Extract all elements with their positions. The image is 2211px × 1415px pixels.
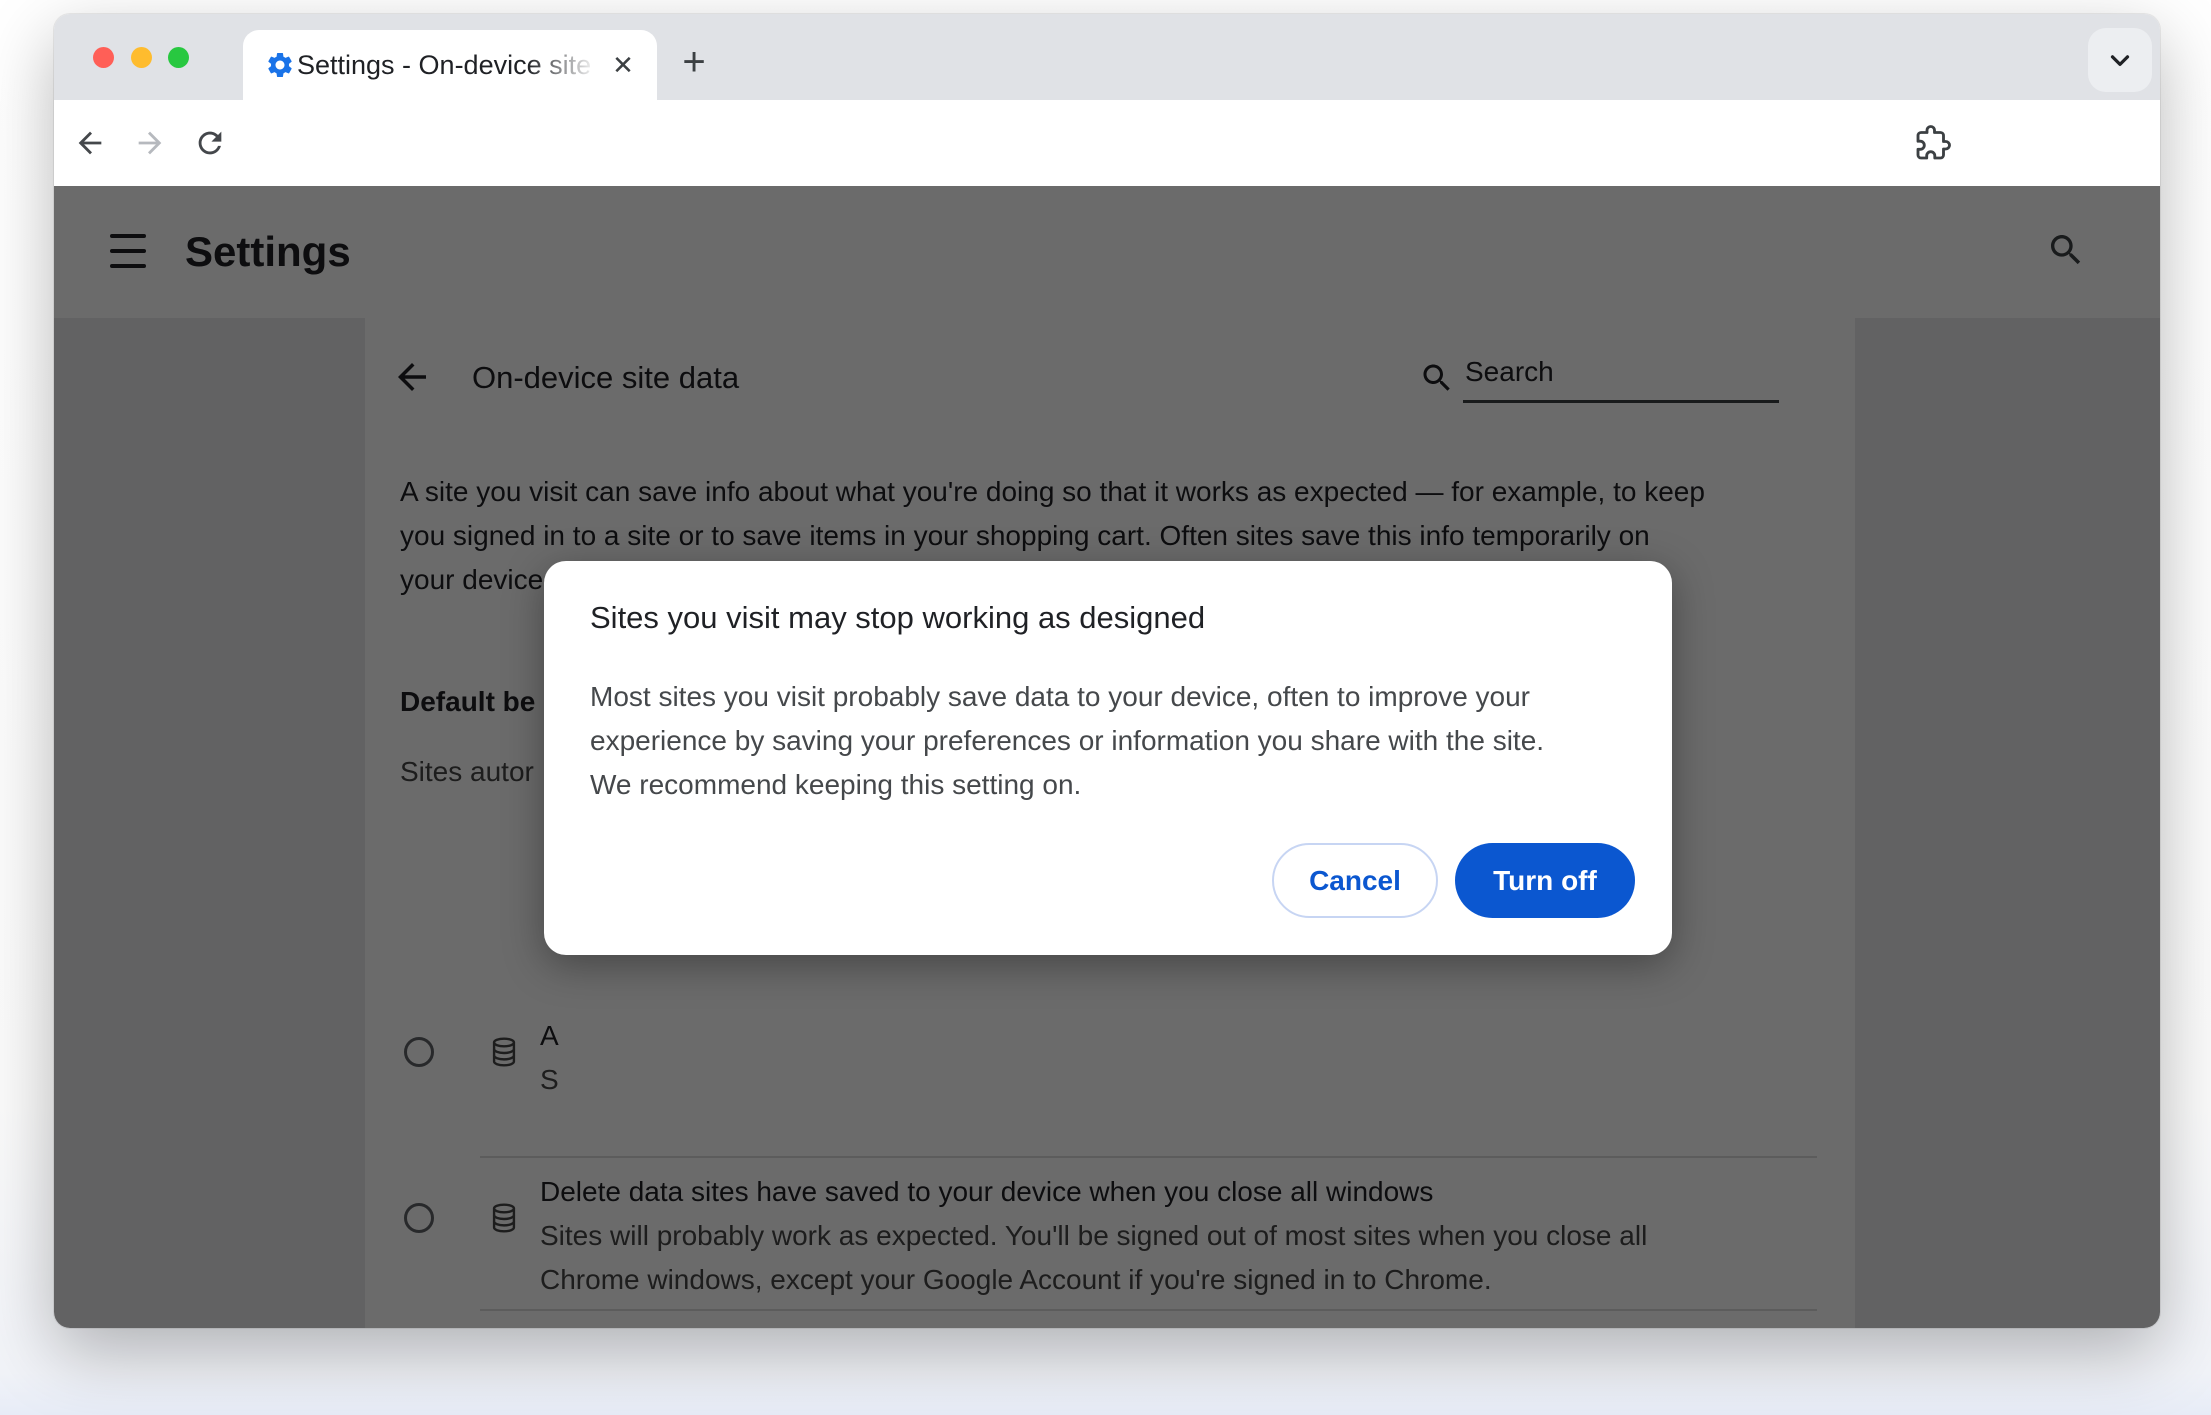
- dialog-title: Sites you visit may stop working as desi…: [590, 600, 1206, 635]
- traffic-light-minimize[interactable]: [131, 47, 152, 68]
- browser-window: Settings - On-device site data ✕ +: [54, 14, 2160, 1328]
- forward-button[interactable]: [124, 117, 176, 169]
- tab-search-chevron-button[interactable]: [2088, 28, 2152, 92]
- tab-strip: Settings - On-device site data ✕ +: [54, 14, 2160, 100]
- tab-close-icon[interactable]: ✕: [603, 45, 643, 85]
- tab-title: Settings - On-device site data: [297, 49, 597, 81]
- desktop-background: Settings - On-device site data ✕ +: [0, 0, 2211, 1415]
- dialog-body: Most sites you visit probably save data …: [590, 681, 1545, 800]
- browser-toolbar: Chrome chrome://settings/content/siteDat…: [54, 100, 2160, 259]
- traffic-light-zoom[interactable]: [168, 47, 189, 68]
- reload-button[interactable]: [184, 117, 236, 169]
- new-tab-button[interactable]: +: [668, 36, 720, 88]
- traffic-light-close[interactable]: [93, 47, 114, 68]
- extensions-puzzle-icon: [1916, 125, 1951, 160]
- reload-icon: [198, 131, 222, 155]
- confirmation-dialog: Sites you visit may stop working as desi…: [544, 561, 1672, 955]
- tab-settings[interactable]: Settings - On-device site data ✕: [243, 30, 657, 100]
- cancel-button[interactable]: Cancel: [1272, 843, 1438, 918]
- turn-off-button[interactable]: Turn off: [1455, 843, 1635, 918]
- settings-gear-favicon: [268, 53, 292, 77]
- back-button[interactable]: [64, 117, 116, 169]
- forward-arrow-icon: [138, 131, 162, 155]
- back-arrow-icon: [78, 131, 102, 155]
- extensions-button[interactable]: [1907, 117, 1959, 169]
- chevron-down-icon: [2110, 55, 2130, 66]
